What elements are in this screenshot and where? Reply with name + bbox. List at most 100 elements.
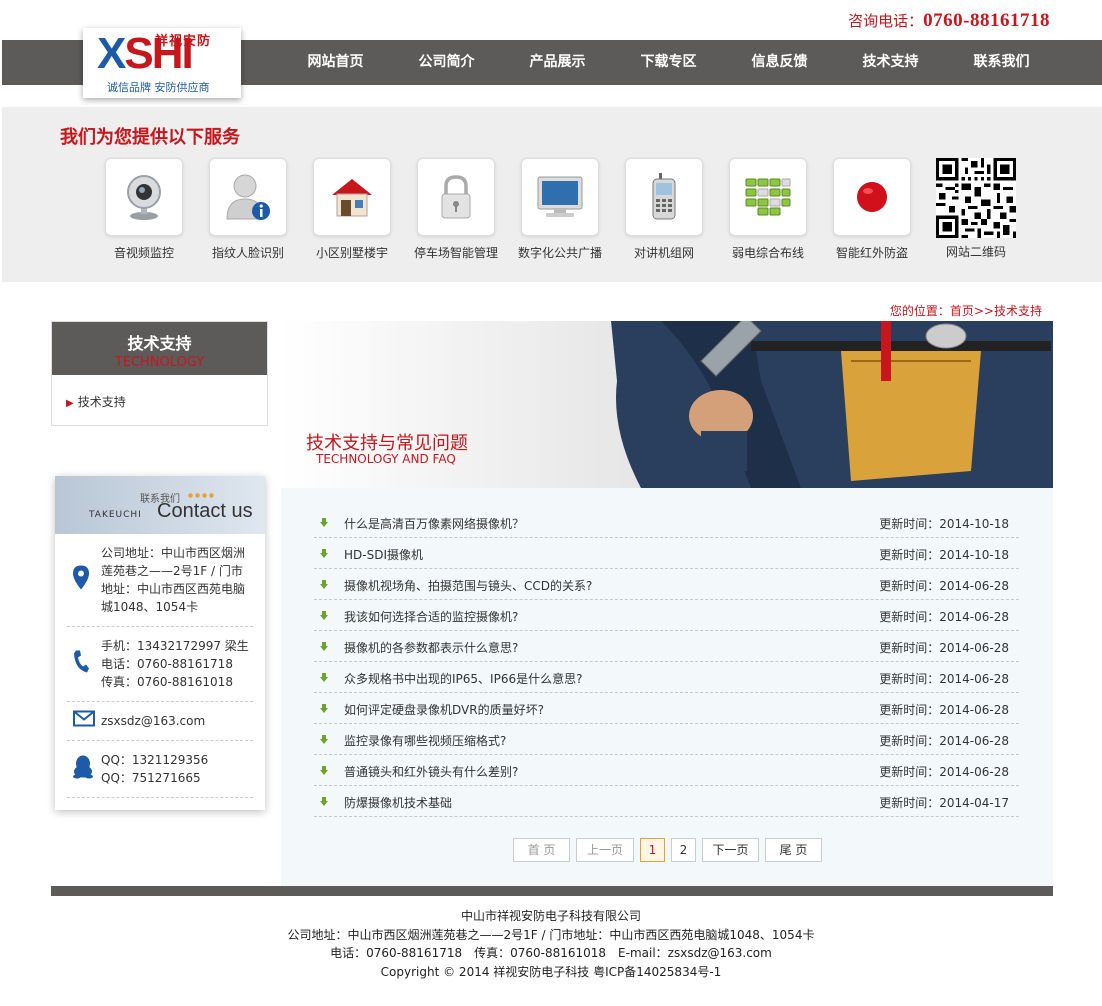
article-date: 更新时间：2014-04-17: [879, 796, 1009, 810]
service-label: 对讲机组网: [633, 246, 694, 260]
contact-phones: 手机：13432172997 梁生 电话：0760-88161718 传真：07…: [67, 627, 253, 702]
contact-address: 公司地址：中山市西区烟洲莲苑巷之——2号1F / 门市地址：中山市西区西苑电脑城…: [67, 534, 253, 627]
arrow-down-icon: [320, 704, 328, 713]
padlock-icon: [417, 158, 495, 236]
list-item[interactable]: 普通镜头和红外镜头有什么差别? 更新时间：2014-06-28: [314, 755, 1019, 786]
nav-about[interactable]: 公司简介: [391, 40, 502, 85]
service-label: 小区别墅楼宇: [315, 246, 388, 260]
contact-fax: 传真：0760-88161018: [101, 675, 233, 689]
article-title[interactable]: 防爆摄像机技术基础: [344, 794, 452, 811]
footer-bar: [51, 886, 1053, 896]
article-title[interactable]: HD-SDI摄像机: [344, 546, 423, 563]
hotline-label: 咨询电话：: [848, 12, 924, 30]
sidebar-title: 技术支持: [127, 334, 192, 353]
article-date: 更新时间：2014-06-28: [879, 734, 1009, 748]
service-broadcast[interactable]: 数字化公共广播: [518, 158, 602, 261]
contact-banner-en: Contact us: [157, 500, 253, 522]
nav-home[interactable]: 网站首页: [280, 40, 391, 85]
nav-feedback[interactable]: 信息反馈: [724, 40, 835, 85]
support-hero: 技术支持与常见问题 TECHNOLOGY AND FAQ: [281, 321, 1053, 488]
list-item[interactable]: 防爆摄像机技术基础 更新时间：2014-04-17: [314, 786, 1019, 817]
qq-penguin-icon: [73, 755, 93, 784]
logo-brand: 祥视安防: [155, 34, 212, 49]
service-biometric[interactable]: 指纹人脸识别: [208, 158, 288, 261]
contact-mobile: 手机：13432172997 梁生: [101, 639, 249, 653]
logo-slogan: 诚信品牌 安防供应商: [107, 81, 210, 94]
article-date: 更新时间：2014-06-28: [879, 610, 1009, 624]
article-date: 更新时间：2014-06-28: [879, 641, 1009, 655]
arrow-down-icon: [320, 518, 328, 527]
arrow-down-icon: [320, 549, 328, 558]
footer-contact: 电话：0760-88161718 传真：0760-88161018 E-mail…: [330, 946, 772, 960]
contact-qq[interactable]: QQ：1321129356 QQ：751271665: [67, 741, 253, 798]
article-title[interactable]: 监控录像有哪些视频压缩格式?: [344, 732, 506, 749]
service-label: 音视频监控: [113, 246, 174, 260]
list-item[interactable]: 众多规格书中出现的IP65、IP66是什么意思? 更新时间：2014-06-28: [314, 662, 1019, 693]
list-item[interactable]: HD-SDI摄像机 更新时间：2014-10-18: [314, 538, 1019, 569]
contact-banner-brand: TAKEUCHI: [89, 510, 142, 520]
logo[interactable]: XSHI 祥视安防 诚信品牌 安防供应商: [83, 28, 241, 98]
article-title[interactable]: 我该如何选择合适的监控摄像机?: [344, 608, 518, 625]
arrow-down-icon: [320, 580, 328, 589]
triangle-right-icon: ▶: [66, 398, 74, 409]
list-item[interactable]: 什么是高清百万像素网络摄像机？ 更新时间：2014-10-18: [314, 507, 1019, 538]
service-intercom[interactable]: 对讲机组网: [624, 158, 704, 261]
sidebar-item-label: 技术支持: [77, 395, 126, 409]
service-residential[interactable]: 小区别墅楼宇: [312, 158, 392, 261]
arrow-down-icon: [320, 766, 328, 775]
article-title[interactable]: 摄像机的各参数都表示什么意思?: [344, 639, 518, 656]
contact-email[interactable]: zsxsdz@163.com: [67, 702, 253, 741]
service-av-monitoring[interactable]: 音视频监控: [104, 158, 184, 261]
service-label: 弱电综合布线: [731, 246, 804, 260]
contact-box: 联系我们 TAKEUCHI Contact us 公司地址：中山市西区烟洲莲苑巷…: [55, 476, 265, 810]
contact-banner: 联系我们 TAKEUCHI Contact us: [55, 476, 265, 534]
service-parking[interactable]: 停车场智能管理: [414, 158, 498, 261]
arrow-down-icon: [320, 642, 328, 651]
list-item[interactable]: 如何评定硬盘录像机DVR的质量好坏? 更新时间：2014-06-28: [314, 693, 1019, 724]
list-item[interactable]: 摄像机视场角、拍摄范围与镜头、CCD的关系? 更新时间：2014-06-28: [314, 569, 1019, 600]
qr-code-icon: [936, 158, 1016, 238]
contact-qq-1: QQ：1321129356: [101, 753, 209, 767]
article-title[interactable]: 什么是高清百万像素网络摄像机？: [344, 515, 524, 532]
service-label: 智能红外防盗: [835, 246, 908, 260]
service-infrared[interactable]: 智能红外防盗: [832, 158, 912, 261]
pager-page-2[interactable]: 2: [671, 838, 696, 862]
monitor-icon: [521, 158, 599, 236]
service-cabling[interactable]: 弱电综合布线: [728, 158, 808, 261]
list-item[interactable]: 监控录像有哪些视频压缩格式? 更新时间：2014-06-28: [314, 724, 1019, 755]
article-title[interactable]: 摄像机视场角、拍摄范围与镜头、CCD的关系?: [344, 577, 592, 594]
pager-prev[interactable]: 上一页: [576, 838, 634, 862]
nav-contact[interactable]: 联系我们: [946, 40, 1057, 85]
qr-label: 网站二维码: [945, 245, 1006, 259]
pager-next[interactable]: 下一页: [702, 838, 759, 862]
pager-first[interactable]: 首 页: [513, 838, 570, 862]
footer-company: 中山市祥视安防电子科技有限公司: [460, 909, 641, 923]
hotline: 咨询电话：0760-88161718: [848, 10, 1050, 32]
list-item[interactable]: 摄像机的各参数都表示什么意思? 更新时间：2014-06-28: [314, 631, 1019, 662]
mobile-phone-icon: [625, 158, 703, 236]
main-nav: 网站首页 公司简介 产品展示 下载专区 信息反馈 技术支持 联系我们: [280, 40, 1057, 85]
pager-last[interactable]: 尾 页: [765, 838, 822, 862]
pager-page-1[interactable]: 1: [640, 838, 665, 862]
user-info-icon: [209, 158, 287, 236]
footer-address: 公司地址：中山市西区烟洲莲苑巷之——2号1F / 门市地址：中山市西区西苑电脑城…: [287, 927, 815, 942]
breadcrumb[interactable]: 您的位置：首页>>技术支持: [890, 302, 1042, 319]
service-label: 停车场智能管理: [413, 246, 498, 260]
article-title[interactable]: 如何评定硬盘录像机DVR的质量好坏?: [344, 701, 544, 718]
site-qr-code: 网站二维码: [936, 158, 1016, 260]
hotline-number: 0760-88161718: [923, 10, 1050, 31]
list-item[interactable]: 我该如何选择合适的监控摄像机? 更新时间：2014-06-28: [314, 600, 1019, 631]
article-title[interactable]: 普通镜头和红外镜头有什么差别?: [344, 763, 518, 780]
house-icon: [313, 158, 391, 236]
service-label: 数字化公共广播: [517, 246, 602, 260]
contact-email-text: zsxsdz@163.com: [101, 714, 206, 728]
nav-products[interactable]: 产品展示: [502, 40, 613, 85]
article-title[interactable]: 众多规格书中出现的IP65、IP66是什么意思?: [344, 670, 582, 687]
nav-support[interactable]: 技术支持: [835, 40, 946, 85]
article-date: 更新时间：2014-10-18: [879, 517, 1009, 531]
phone-icon: [73, 650, 89, 679]
sidebar-item-support[interactable]: ▶ 技术支持: [52, 375, 267, 410]
article-date: 更新时间：2014-06-28: [879, 579, 1009, 593]
nav-downloads[interactable]: 下载专区: [613, 40, 724, 85]
services-title: 我们为您提供以下服务: [60, 127, 240, 148]
